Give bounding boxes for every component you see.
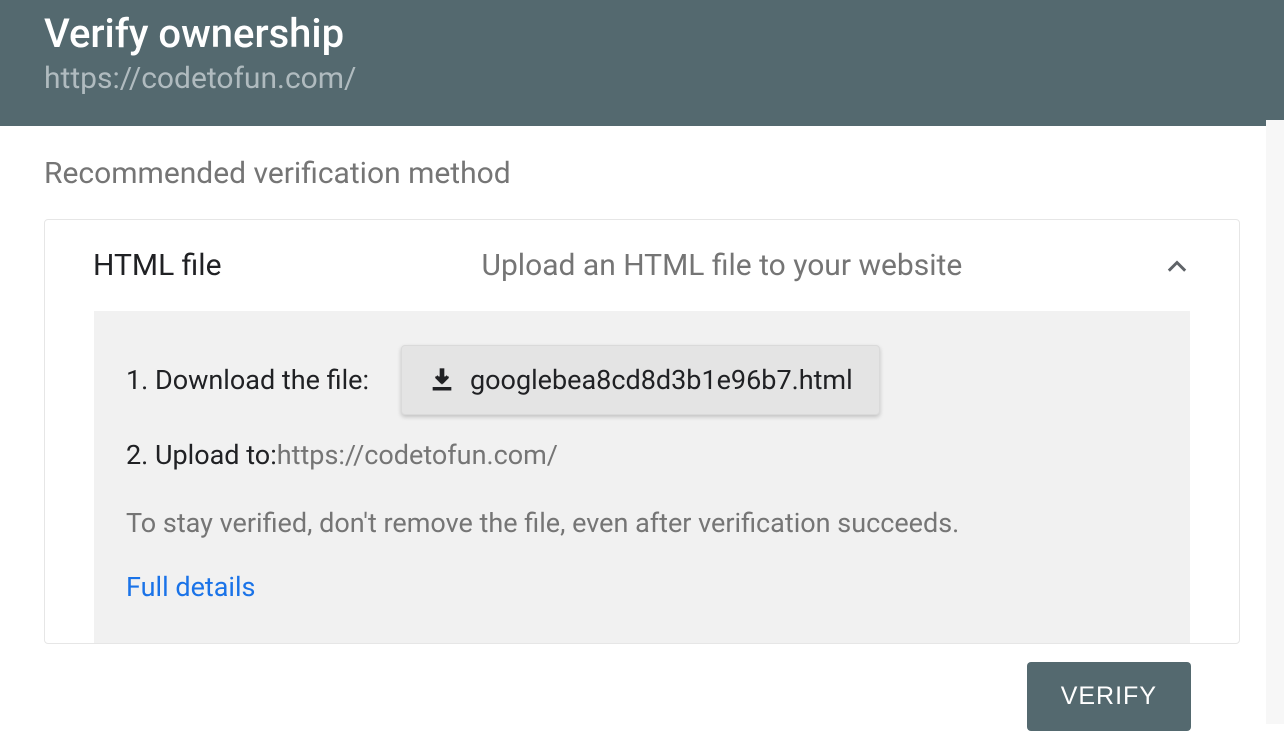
method-header[interactable]: HTML file Upload an HTML file to your we… [45, 220, 1239, 311]
full-details-link[interactable]: Full details [126, 571, 1158, 603]
step-2-row: 2. Upload to: https://codetofun.com/ [126, 439, 1158, 471]
step-2-label: 2. Upload to: [126, 439, 277, 471]
verify-button[interactable]: VERIFY [1027, 662, 1191, 731]
verification-note: To stay verified, don't remove the file,… [126, 507, 1158, 539]
method-body: 1. Download the file: googlebea8cd8d3b1e… [94, 311, 1190, 643]
step-2-url: https://codetofun.com/ [277, 439, 558, 471]
page-header: Verify ownership https://codetofun.com/ [0, 0, 1284, 126]
scrollbar[interactable] [1266, 120, 1284, 724]
chevron-up-icon [1163, 252, 1191, 280]
verify-row: VERIFY [44, 662, 1191, 731]
download-icon [428, 366, 456, 394]
step-1-row: 1. Download the file: googlebea8cd8d3b1e… [126, 345, 1158, 415]
section-label: Recommended verification method [44, 156, 1240, 191]
download-file-button[interactable]: googlebea8cd8d3b1e96b7.html [401, 345, 880, 415]
page-url: https://codetofun.com/ [44, 61, 1240, 96]
method-title: HTML file [93, 248, 222, 283]
page-title: Verify ownership [44, 10, 1240, 57]
verification-method-card: HTML file Upload an HTML file to your we… [44, 219, 1240, 644]
download-filename: googlebea8cd8d3b1e96b7.html [470, 364, 853, 396]
method-description: Upload an HTML file to your website [482, 248, 1164, 283]
step-1-label: 1. Download the file: [126, 364, 369, 396]
content-area: Recommended verification method HTML fil… [0, 126, 1284, 751]
